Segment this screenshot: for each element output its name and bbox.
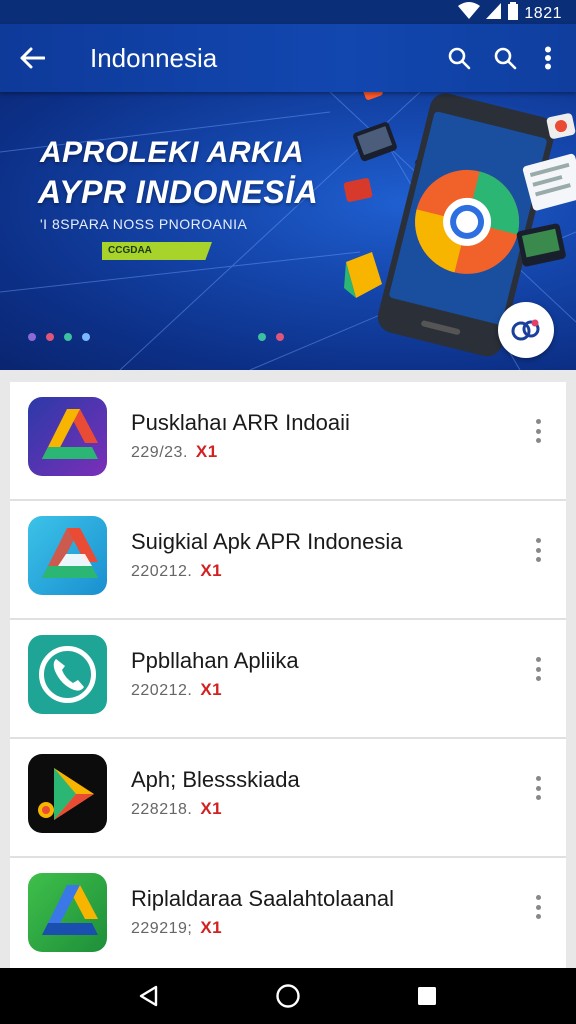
carousel-dot: [82, 333, 90, 341]
app-date: 229219;: [131, 920, 193, 937]
banner-subtitle: 'I 8SPARA NOSS PNOROANIA: [40, 216, 248, 232]
promo-banner[interactable]: APROLEKI ARKIA AYPR INDONESİA 'I 8SPARA …: [0, 92, 576, 370]
play-style-icon: [28, 754, 107, 833]
list-item[interactable]: Suigkial Apk APR Indonesia 220212. X1: [10, 501, 566, 620]
list-item[interactable]: Aph; Blessskiada 228218. X1: [10, 739, 566, 858]
battery-icon: [508, 2, 519, 25]
system-nav-bar: [0, 968, 576, 1024]
circle-home-icon: [276, 984, 300, 1008]
item-menu-button[interactable]: [528, 894, 548, 920]
app-badge: X1: [200, 561, 223, 580]
item-menu-button[interactable]: [528, 537, 548, 563]
overflow-menu-button[interactable]: [528, 24, 568, 92]
carousel-dot: [46, 333, 54, 341]
app-logo-icon: [511, 319, 540, 341]
status-bar: 1821: [0, 0, 576, 24]
back-button[interactable]: [0, 24, 64, 92]
carousel-dot: [258, 333, 266, 341]
drive-style-icon: [28, 397, 107, 476]
signal-icon: [486, 2, 502, 25]
app-date: 220212.: [131, 563, 193, 580]
list-item[interactable]: Riplaldaraa Saalahtolaanal 229219; X1: [10, 858, 566, 968]
item-menu-button[interactable]: [528, 775, 548, 801]
phone-icon: [28, 635, 107, 714]
status-time: 1821: [524, 4, 562, 22]
search-button[interactable]: [436, 24, 482, 92]
banner-headline-2: AYPR INDONESİA: [38, 174, 319, 210]
nav-home-button[interactable]: [258, 968, 318, 1024]
app-meta: 220212. X1: [131, 561, 222, 581]
app-list: Pusklahaı ARR Indoaii 229/23. X1 Suigkial…: [10, 382, 566, 968]
app-title: Riplaldaraa Saalahtolaanal: [131, 886, 394, 911]
arrow-back-icon: [20, 47, 45, 69]
carousel-dot: [64, 333, 72, 341]
drive-style-icon: [28, 873, 107, 952]
app-meta: 229219; X1: [131, 918, 222, 938]
carousel-dots-left: [28, 333, 90, 341]
banner-headline-1: APROLEKI ARKIA: [40, 136, 305, 169]
app-meta: 228218. X1: [131, 799, 222, 819]
nav-back-button[interactable]: [119, 968, 179, 1024]
list-item[interactable]: Pusklahaı ARR Indoaii 229/23. X1: [10, 382, 566, 501]
item-menu-button[interactable]: [528, 418, 548, 444]
search-icon: [448, 47, 471, 70]
list-item[interactable]: Ppbllahan Apliika 220212. X1: [10, 620, 566, 739]
search-icon: [494, 47, 517, 70]
app-badge: X1: [200, 680, 223, 699]
item-menu-button[interactable]: [528, 656, 548, 682]
app-badge: X1: [200, 799, 223, 818]
app-badge: X1: [200, 918, 223, 937]
search-button-secondary[interactable]: [482, 24, 528, 92]
app-title: Suigkial Apk APR Indonesia: [131, 529, 403, 554]
app-title: Pusklahaı ARR Indoaii: [131, 410, 350, 435]
floating-action-button[interactable]: [498, 302, 554, 358]
carousel-dot: [28, 333, 36, 341]
app-date: 220212.: [131, 682, 193, 699]
page-title: Indonnesia: [90, 42, 218, 73]
triangle-back-icon: [140, 985, 158, 1007]
app-badge: X1: [195, 442, 218, 461]
app-bar: Indonnesia: [0, 24, 576, 92]
drive-style-icon: [28, 516, 107, 595]
app-meta: 220212. X1: [131, 680, 222, 700]
app-date: 228218.: [131, 801, 193, 818]
app-date: 229/23.: [131, 444, 188, 461]
app-title: Ppbllahan Apliika: [131, 648, 299, 673]
square-recents-icon: [417, 987, 436, 1005]
nav-recents-button[interactable]: [397, 968, 457, 1024]
app-meta: 229/23. X1: [131, 442, 218, 462]
app-title: Aph; Blessskiada: [131, 767, 300, 792]
banner-chip: CCGDAA: [102, 242, 212, 260]
more-vert-icon: [545, 46, 551, 70]
carousel-dot: [276, 333, 284, 341]
carousel-dots-right: [258, 333, 284, 341]
wifi-icon: [458, 2, 481, 25]
